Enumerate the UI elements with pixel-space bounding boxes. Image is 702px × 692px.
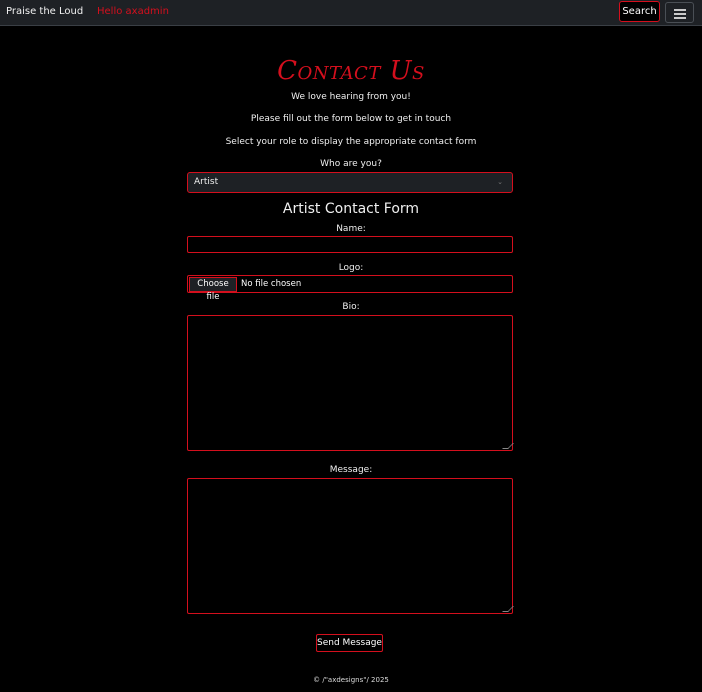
brand-link[interactable]: Praise the Loud xyxy=(6,6,83,17)
name-label: Name: xyxy=(336,224,366,234)
role-select-value: Artist xyxy=(194,177,219,187)
hamburger-icon xyxy=(674,9,686,11)
role-label: Who are you? xyxy=(320,159,382,169)
message-label: Message: xyxy=(329,465,373,475)
navbar: Praise the Loud Hello axadmin Search xyxy=(0,0,702,26)
intro-text-3: Select your role to display the appropri… xyxy=(225,137,477,147)
name-input[interactable] xyxy=(187,236,513,253)
bio-textarea[interactable] xyxy=(187,315,514,451)
logo-file-input[interactable]: Choose file No file chosen xyxy=(187,275,513,302)
message-textarea[interactable] xyxy=(187,478,514,614)
footer-copyright: © /"axdesigns"/ 2025 xyxy=(313,676,389,684)
chevron-down-icon: ⌄ xyxy=(497,178,503,186)
send-message-button[interactable]: Send Message xyxy=(316,634,383,652)
intro-text-2: Please fill out the form below to get in… xyxy=(250,114,452,124)
resize-handle-icon[interactable] xyxy=(502,606,514,612)
search-button[interactable]: Search xyxy=(619,1,660,22)
form-heading: Artist Contact Form xyxy=(282,201,420,217)
choose-file-button[interactable]: Choose file xyxy=(189,277,237,302)
bio-label: Bio: xyxy=(342,302,360,312)
page-title: Contact Us xyxy=(277,56,425,86)
intro-text-1: We love hearing from you! xyxy=(291,92,411,102)
menu-toggle-button[interactable] xyxy=(665,2,694,23)
resize-handle-icon[interactable] xyxy=(502,443,514,449)
file-status: No file chosen xyxy=(241,279,302,289)
logo-label: Logo: xyxy=(338,263,364,273)
user-greeting[interactable]: Hello axadmin xyxy=(97,6,169,17)
role-select[interactable]: Artist ⌄ xyxy=(187,172,513,193)
